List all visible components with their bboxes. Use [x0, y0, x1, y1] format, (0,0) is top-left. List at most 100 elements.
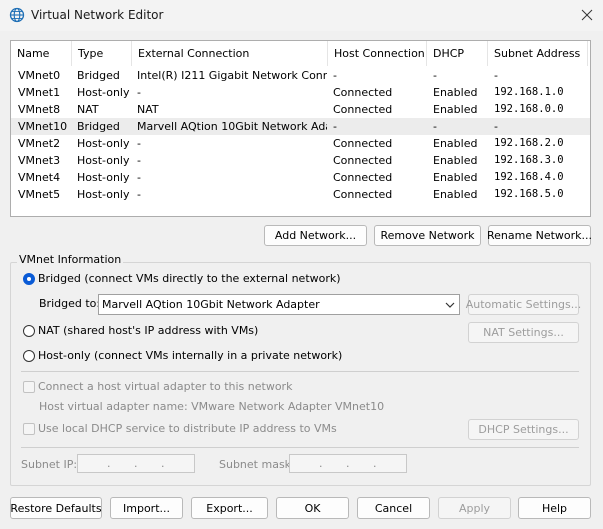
- table-cell: -: [494, 69, 498, 82]
- network-list[interactable]: Name Type External Connection Host Conne…: [10, 40, 591, 217]
- table-cell: Marvell AQtion 10Gbit Network Ada...: [137, 120, 327, 133]
- table-row[interactable]: VMnet8 NAT NAT Connected Enabled 192.168.0.0: [11, 101, 590, 118]
- table-cell: Host-only: [77, 137, 130, 150]
- table-cell: Enabled: [433, 188, 478, 201]
- table-cell: Host-only: [77, 154, 130, 167]
- table-cell: Intel(R) I211 Gigabit Network Conn...: [137, 69, 327, 82]
- column-header-external-connection[interactable]: External Connection: [132, 41, 328, 66]
- table-cell: Connected: [333, 171, 393, 184]
- nat-label[interactable]: NAT (shared host's IP address with VMs): [38, 324, 258, 337]
- table-cell: Enabled: [433, 86, 478, 99]
- column-header-host-connection[interactable]: Host Connection: [328, 41, 427, 66]
- import-button[interactable]: Import...: [110, 497, 183, 519]
- help-button[interactable]: Help: [518, 497, 591, 519]
- restore-defaults-button[interactable]: Restore Defaults: [10, 497, 102, 519]
- column-header-type[interactable]: Type: [72, 41, 132, 66]
- connect-adapter-label[interactable]: Connect a host virtual adapter to this n…: [38, 380, 292, 393]
- dhcp-settings-button[interactable]: DHCP Settings...: [468, 419, 579, 440]
- network-globe-icon: [9, 7, 25, 23]
- table-cell: Bridged: [77, 69, 120, 82]
- ok-button[interactable]: OK: [276, 497, 349, 519]
- bridged-radio[interactable]: [23, 273, 35, 285]
- table-cell: -: [333, 120, 337, 133]
- nat-radio[interactable]: [23, 325, 35, 337]
- table-cell: Enabled: [433, 154, 478, 167]
- table-cell: 192.168.1.0: [494, 86, 564, 98]
- table-cell: NAT: [77, 103, 99, 116]
- subnet-ip-input[interactable]: ...: [77, 454, 195, 473]
- table-cell: -: [433, 120, 437, 133]
- table-row[interactable]: VMnet5 Host-only - Connected Enabled 192.168.…: [11, 186, 590, 203]
- window-title: Virtual Network Editor: [31, 8, 164, 22]
- remove-network-button[interactable]: Remove Network: [374, 225, 481, 246]
- table-cell: VMnet2: [18, 137, 61, 150]
- table-cell: 192.168.0.0: [494, 103, 564, 115]
- table-row[interactable]: VMnet10 Bridged Marvell AQtion 10Gbit Netw…: [11, 118, 590, 135]
- table-cell: -: [494, 120, 498, 133]
- automatic-settings-button[interactable]: Automatic Settings...: [466, 294, 581, 315]
- table-row[interactable]: VMnet1 Host-only - Connected Enabled 192.168.…: [11, 84, 590, 101]
- close-icon: [581, 9, 593, 21]
- subnet-mask-input[interactable]: ...: [289, 454, 407, 473]
- bridged-label[interactable]: Bridged (connect VMs directly to the ext…: [38, 272, 341, 285]
- export-button[interactable]: Export...: [191, 497, 268, 519]
- table-cell: Host-only: [77, 86, 130, 99]
- dhcp-checkbox[interactable]: [23, 423, 35, 435]
- rename-network-button[interactable]: Rename Network...: [487, 225, 592, 246]
- table-cell: Connected: [333, 188, 393, 201]
- table-cell: NAT: [137, 103, 159, 116]
- nat-settings-button[interactable]: NAT Settings...: [468, 322, 579, 343]
- table-row[interactable]: VMnet3 Host-only - Connected Enabled 192.168.…: [11, 152, 590, 169]
- table-cell: -: [433, 69, 437, 82]
- table-cell: Connected: [333, 103, 393, 116]
- subnet-mask-label: Subnet mask:: [219, 458, 295, 471]
- column-header-subnet-address[interactable]: Subnet Address: [488, 41, 588, 66]
- table-cell: 192.168.2.0: [494, 137, 564, 149]
- bridged-to-label: Bridged to:: [39, 297, 101, 310]
- table-cell: -: [137, 137, 141, 150]
- bridged-to-value: Marvell AQtion 10Gbit Network Adapter: [102, 298, 320, 311]
- subnet-ip-label: Subnet IP:: [21, 458, 78, 471]
- separator: [21, 371, 579, 372]
- table-cell: Connected: [333, 154, 393, 167]
- table-cell: VMnet0: [18, 69, 61, 82]
- table-cell: -: [333, 69, 337, 82]
- dhcp-label[interactable]: Use local DHCP service to distribute IP …: [38, 422, 337, 435]
- bridged-to-select[interactable]: Marvell AQtion 10Gbit Network Adapter: [98, 294, 460, 315]
- table-row[interactable]: VMnet0 Bridged Intel(R) I211 Gigabit Netwo…: [11, 67, 590, 84]
- host-only-label[interactable]: Host-only (connect VMs internally in a p…: [38, 349, 342, 362]
- table-cell: VMnet1: [18, 86, 61, 99]
- table-cell: Connected: [333, 137, 393, 150]
- adapter-name-label: Host virtual adapter name: VMware Networ…: [39, 400, 385, 413]
- table-cell: VMnet4: [18, 171, 61, 184]
- separator-2: [21, 447, 579, 448]
- table-cell: VMnet3: [18, 154, 61, 167]
- apply-button[interactable]: Apply: [438, 497, 511, 519]
- table-row[interactable]: VMnet4 Host-only - Connected Enabled 192.168.…: [11, 169, 590, 186]
- table-cell: VMnet8: [18, 103, 61, 116]
- table-row[interactable]: VMnet2 Host-only - Connected Enabled 192.168.…: [11, 135, 590, 152]
- table-cell: 192.168.4.0: [494, 171, 564, 183]
- table-cell: -: [137, 86, 141, 99]
- table-cell: 192.168.3.0: [494, 154, 564, 166]
- vmnet-information-legend: VMnet Information: [17, 253, 124, 266]
- table-cell: -: [137, 154, 141, 167]
- column-header-dhcp[interactable]: DHCP: [427, 41, 488, 66]
- add-network-button[interactable]: Add Network...: [264, 225, 367, 246]
- close-button[interactable]: [576, 4, 598, 26]
- table-cell: 192.168.5.0: [494, 188, 564, 200]
- column-header-name[interactable]: Name: [11, 41, 72, 66]
- table-cell: Connected: [333, 86, 393, 99]
- cancel-button[interactable]: Cancel: [357, 497, 430, 519]
- table-cell: Enabled: [433, 171, 478, 184]
- table-cell: Host-only: [77, 188, 130, 201]
- table-cell: VMnet10: [18, 120, 68, 133]
- table-cell: -: [137, 188, 141, 201]
- connect-adapter-checkbox[interactable]: [23, 381, 35, 393]
- table-cell: -: [137, 171, 141, 184]
- table-cell: Host-only: [77, 171, 130, 184]
- table-cell: Enabled: [433, 137, 478, 150]
- host-only-radio[interactable]: [23, 350, 35, 362]
- table-cell: Enabled: [433, 103, 478, 116]
- table-cell: Bridged: [77, 120, 120, 133]
